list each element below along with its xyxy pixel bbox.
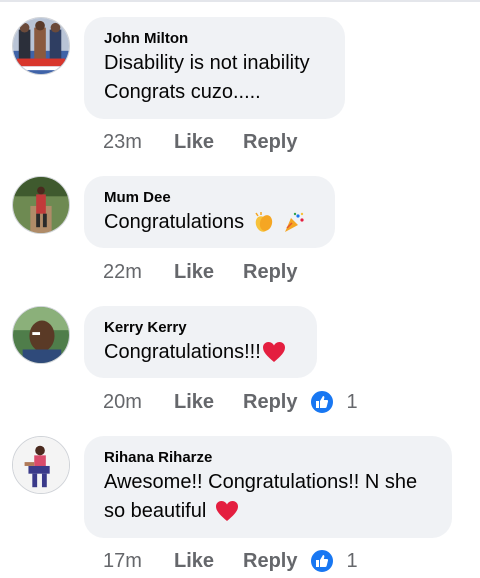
- avatar-photo: [13, 307, 69, 363]
- avatar-photo: [13, 177, 69, 233]
- like-button[interactable]: Like: [174, 390, 214, 414]
- avatar-photo: [13, 437, 69, 493]
- comment-line: Congratulations!!!: [104, 341, 261, 363]
- comment-author[interactable]: Mum Dee: [104, 188, 315, 207]
- comment-time[interactable]: 17m: [103, 549, 174, 573]
- red-heart-icon: [262, 341, 286, 372]
- comment-author[interactable]: John Milton: [104, 29, 325, 48]
- like-button[interactable]: Like: [174, 549, 214, 573]
- comment-time[interactable]: 20m: [103, 390, 174, 414]
- reply-button[interactable]: Reply: [243, 130, 297, 154]
- comment-text: Awesome!! Congratulations!! N she so bea…: [104, 468, 432, 531]
- like-button[interactable]: Like: [174, 260, 214, 284]
- reply-button[interactable]: Reply: [243, 260, 297, 284]
- comment-line: Congrats cuzo.....: [104, 81, 261, 103]
- comment-bubble: Kerry Kerry Congratulations!!!: [84, 306, 317, 378]
- comment-time[interactable]: 22m: [103, 260, 174, 284]
- avatar-photo: [13, 18, 69, 74]
- comment-line: so beautiful: [104, 500, 207, 522]
- comment-author[interactable]: Kerry Kerry: [104, 318, 297, 337]
- comment-bubble: Mum Dee Congratulations: [84, 176, 335, 248]
- comment-time[interactable]: 23m: [103, 130, 174, 154]
- comment-actions: 20m Like Reply 1: [103, 390, 358, 414]
- clapping-hands-icon: [253, 211, 275, 242]
- top-divider: [0, 0, 480, 2]
- comment-text: Congratulations!!!: [104, 338, 297, 372]
- like-button[interactable]: Like: [174, 130, 214, 154]
- comment-line: Congratulations: [104, 211, 245, 233]
- reaction-count: 1: [346, 550, 358, 572]
- like-reaction-icon: [310, 549, 335, 573]
- reply-button[interactable]: Reply: [243, 549, 297, 573]
- comment-actions: 23m Like Reply: [103, 130, 327, 154]
- comment-text: Congratulations: [104, 208, 315, 242]
- comment-actions: 22m Like Reply: [103, 260, 327, 284]
- avatar[interactable]: [12, 17, 70, 75]
- comment-author[interactable]: Rihana Riharze: [104, 448, 432, 467]
- comment-bubble: Rihana Riharze Awesome!! Congratulations…: [84, 436, 452, 538]
- reply-button[interactable]: Reply: [243, 390, 297, 414]
- party-popper-icon: [283, 211, 305, 242]
- reaction-summary[interactable]: 1: [310, 549, 358, 573]
- reaction-summary[interactable]: 1: [310, 390, 358, 414]
- comment-actions: 17m Like Reply 1: [103, 549, 358, 573]
- avatar[interactable]: [12, 306, 70, 364]
- comment-line: Awesome!! Congratulations!! N she: [104, 471, 418, 493]
- reaction-count: 1: [346, 391, 358, 413]
- avatar[interactable]: [12, 176, 70, 234]
- red-heart-icon: [215, 500, 239, 531]
- avatar[interactable]: [12, 436, 70, 494]
- comment-text: Disability is not inability Congrats cuz…: [104, 49, 325, 107]
- like-reaction-icon: [310, 390, 335, 414]
- comment-line: Disability is not inability: [104, 52, 310, 74]
- comment-bubble: John Milton Disability is not inability …: [84, 17, 345, 119]
